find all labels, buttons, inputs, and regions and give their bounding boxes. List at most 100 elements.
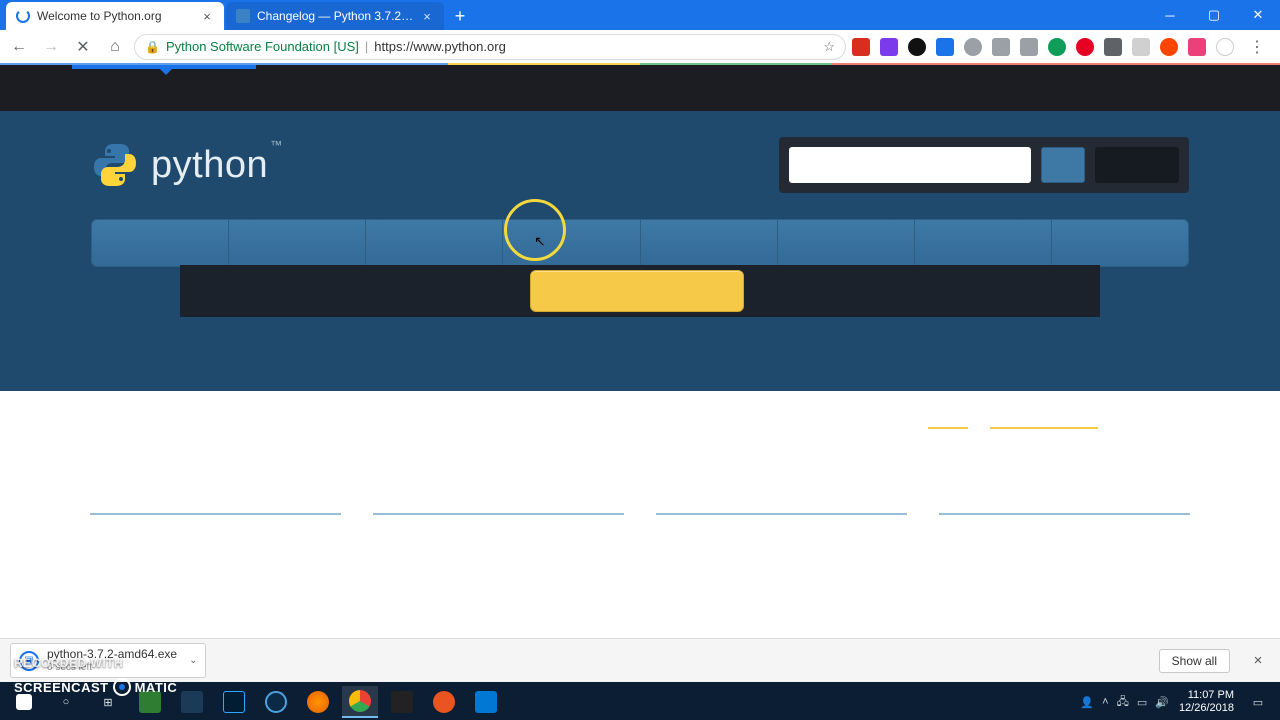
windows-taskbar: ○ ⊞ 👤 ˄ 🖧 ▭ 🔊 11:07 PM 12/26/2018 ▭ [0, 682, 1280, 720]
taskbar-app[interactable] [174, 686, 210, 718]
ext-skype-icon[interactable] [964, 38, 982, 56]
network-icon[interactable]: 🖧 [1117, 693, 1129, 712]
bookmark-star-icon[interactable]: ☆ [823, 39, 835, 55]
system-tray[interactable]: 👤 ˄ 🖧 ▭ 🔊 [1080, 693, 1169, 712]
address-url: https://www.python.org [374, 39, 506, 54]
taskbar-app-firefox[interactable] [300, 686, 336, 718]
people-icon[interactable]: 👤 [1080, 696, 1094, 709]
show-all-downloads-button[interactable]: Show all [1159, 649, 1230, 673]
profile-avatar-icon[interactable] [1216, 38, 1234, 56]
task-view-button[interactable]: ⊞ [90, 686, 126, 718]
address-bar-row: ← → ✕ ⌂ 🔒 Python Software Foundation [US… [0, 30, 1280, 63]
taskbar-app-terminal[interactable] [384, 686, 420, 718]
cortana-button[interactable]: ○ [48, 686, 84, 718]
content-column [373, 513, 624, 515]
download-status: 0 secs left [47, 662, 177, 673]
forward-button[interactable]: → [38, 34, 64, 60]
content-columns [0, 471, 1280, 515]
ext-a-icon[interactable] [1188, 38, 1206, 56]
nav-item[interactable] [1052, 220, 1188, 266]
taskbar-app[interactable] [132, 686, 168, 718]
extensions-row: ⋮ [852, 34, 1274, 60]
ext-shield-icon[interactable] [1104, 38, 1122, 56]
nav-item[interactable] [92, 220, 229, 266]
ext-k-icon[interactable] [908, 38, 926, 56]
ext-camera-icon[interactable] [992, 38, 1010, 56]
content-column [656, 513, 907, 515]
lock-icon: 🔒 [145, 40, 160, 54]
search-input[interactable] [789, 147, 1031, 183]
window-minimize-button[interactable]: ─ [1148, 0, 1192, 30]
ext-abp-icon[interactable] [852, 38, 870, 56]
address-bar[interactable]: 🔒 Python Software Foundation [US] | http… [134, 34, 846, 60]
tab-title: Welcome to Python.org [37, 9, 194, 23]
tab-close-button[interactable]: × [200, 9, 214, 23]
site-topbar-active-indicator [72, 65, 256, 69]
close-shelf-button[interactable]: × [1246, 649, 1270, 673]
nav-item[interactable] [641, 220, 778, 266]
download-progress-icon: ▣ [19, 651, 39, 671]
stop-button[interactable]: ✕ [70, 34, 96, 60]
taskbar-app-recorder[interactable] [258, 686, 294, 718]
taskbar-clock[interactable]: 11:07 PM 12/26/2018 [1179, 689, 1234, 714]
battery-icon[interactable]: ▭ [1137, 696, 1147, 709]
nav-item[interactable] [366, 220, 503, 266]
search-wrap [779, 137, 1189, 193]
ext-doc-icon[interactable] [1020, 38, 1038, 56]
tray-chevron-up-icon[interactable]: ˄ [1102, 696, 1108, 708]
start-button[interactable] [6, 686, 42, 718]
ext-grey-icon[interactable] [1132, 38, 1150, 56]
content-column [939, 513, 1190, 515]
main-nav [91, 219, 1189, 267]
ext-purple-icon[interactable] [880, 38, 898, 56]
hero-section: python™ [0, 111, 1280, 471]
window-maximize-button[interactable]: ▢ [1192, 0, 1236, 30]
window-controls: ─ ▢ ✕ [1148, 0, 1280, 30]
download-item[interactable]: ▣ python-3.7.2-amd64.exe 0 secs left ⌄ [10, 643, 206, 677]
python-logo-text: python™ [151, 144, 281, 187]
back-button[interactable]: ← [6, 34, 32, 60]
ext-reddit-icon[interactable] [1160, 38, 1178, 56]
nav-item[interactable] [915, 220, 1052, 266]
taskbar-app-chrome[interactable] [342, 686, 378, 718]
taskbar-app-photoshop[interactable] [216, 686, 252, 718]
sub-nav [180, 265, 1100, 317]
loading-spinner-icon [16, 9, 30, 23]
search-go-button[interactable] [1041, 147, 1085, 183]
new-tab-button[interactable]: + [446, 2, 474, 30]
home-button[interactable]: ⌂ [102, 34, 128, 60]
ext-pinterest-icon[interactable] [1076, 38, 1094, 56]
site-topbar [0, 65, 1280, 111]
tab-strip: Welcome to Python.org × Changelog — Pyth… [0, 0, 1280, 30]
taskbar-time: 11:07 PM [1179, 689, 1234, 702]
browser-menu-button[interactable]: ⋮ [1244, 34, 1270, 60]
nav-item[interactable] [229, 220, 366, 266]
taskbar-app[interactable] [426, 686, 462, 718]
tab-close-button[interactable]: × [420, 9, 434, 23]
taskbar-app-vscode[interactable] [468, 686, 504, 718]
social-box[interactable] [1095, 147, 1179, 183]
ext-pen-icon[interactable] [936, 38, 954, 56]
chevron-down-icon[interactable]: ⌄ [189, 655, 197, 666]
ext-grammarly-icon[interactable] [1048, 38, 1066, 56]
window-close-button[interactable]: ✕ [1236, 0, 1280, 30]
python-logo-icon [91, 141, 139, 189]
column-heading-rule [656, 513, 907, 515]
browser-tab-inactive[interactable]: Changelog — Python 3.7.2 docu × [226, 2, 444, 30]
nav-item[interactable] [503, 220, 640, 266]
python-logo[interactable]: python™ [91, 141, 281, 189]
download-shelf: ▣ python-3.7.2-amd64.exe 0 secs left ⌄ S… [0, 638, 1280, 682]
header-row: python™ [91, 111, 1189, 193]
browser-tab-active[interactable]: Welcome to Python.org × [6, 2, 224, 30]
column-heading-rule [939, 513, 1190, 515]
hero-link[interactable] [990, 427, 1098, 429]
volume-icon[interactable]: 🔊 [1155, 696, 1169, 709]
address-origin: Python Software Foundation [US] [166, 39, 359, 54]
nav-item[interactable] [778, 220, 915, 266]
download-button[interactable] [530, 270, 744, 312]
hero-link[interactable] [928, 427, 968, 429]
action-center-button[interactable]: ▭ [1244, 686, 1272, 718]
download-filename: python-3.7.2-amd64.exe [47, 648, 177, 661]
python-favicon-icon [236, 9, 250, 23]
page-viewport: python™ [0, 65, 1280, 638]
